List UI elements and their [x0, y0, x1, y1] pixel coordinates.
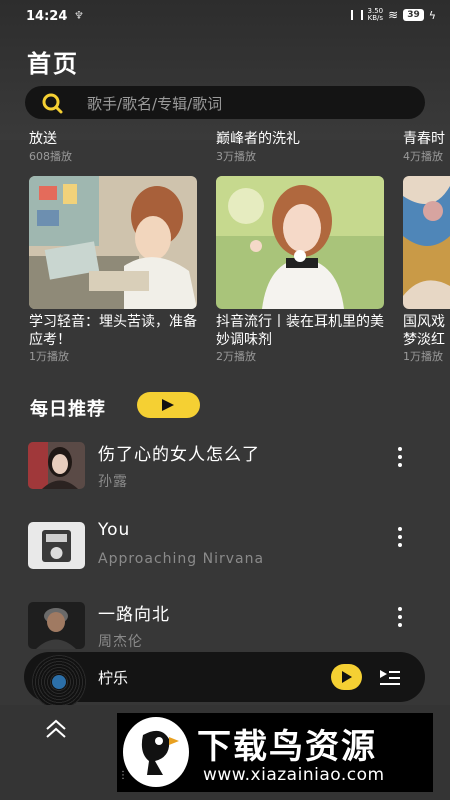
song-cover	[28, 602, 85, 649]
now-playing-title: 柠乐	[98, 669, 129, 687]
song-cover	[28, 442, 85, 489]
song-title: 一路向北	[98, 605, 170, 625]
net-speed: 3.50 KB/s	[367, 7, 384, 22]
vibrate-icon	[350, 10, 363, 20]
search-input[interactable]: 歌手/歌名/专辑/歌词	[25, 86, 425, 119]
more-options-icon[interactable]	[396, 527, 404, 553]
player-play-button[interactable]	[331, 664, 362, 690]
song-cover	[28, 522, 85, 569]
song-artist: Approaching Nirvana	[98, 551, 265, 567]
song-title: 伤了心的女人怎么了	[98, 445, 260, 465]
search-placeholder: 歌手/歌名/专辑/歌词	[87, 95, 223, 113]
playlist-title[interactable]: 学习轻音：埋头苦读，准备应考！	[29, 313, 199, 349]
vinyl-disc-icon	[32, 655, 86, 709]
play-icon	[162, 399, 174, 411]
playlist-title[interactable]: 巅峰者的洗礼	[216, 128, 300, 148]
song-row[interactable]: 伤了心的女人怎么了 孙露	[0, 442, 450, 502]
playlist-count: 1万播放	[403, 350, 443, 363]
playlist-count: 3万播放	[216, 150, 256, 163]
nav-hint-icon: ⋮	[118, 770, 128, 781]
playlist-title[interactable]: 抖音流行丨装在耳机里的美妙调味剂	[216, 313, 386, 349]
playlist-cover[interactable]	[29, 176, 197, 309]
song-title: You	[98, 520, 131, 540]
song-artist: 孙露	[98, 474, 128, 490]
more-options-icon[interactable]	[396, 447, 404, 473]
watermark-url: www.xiazainiao.com	[203, 765, 385, 785]
wifi-icon: ≋	[388, 8, 399, 22]
status-time: 14:24	[26, 9, 68, 24]
play-icon	[342, 671, 352, 683]
mini-player[interactable]: 柠乐	[24, 652, 425, 709]
playlist-cover[interactable]	[216, 176, 384, 309]
watermark: 下载鸟资源 www.xiazainiao.com	[117, 713, 433, 792]
search-icon	[42, 93, 63, 114]
section-title: 每日推荐	[30, 399, 106, 420]
more-options-icon[interactable]	[396, 607, 404, 633]
page-title: 首页	[27, 50, 79, 78]
home-nav-icon[interactable]	[44, 717, 68, 741]
song-artist: 周杰伦	[98, 634, 143, 650]
playlist-title[interactable]: 青春时	[403, 128, 445, 148]
study-illustration-image	[29, 176, 197, 309]
playlist-cover[interactable]	[403, 176, 450, 309]
battery-icon: 39	[403, 9, 424, 21]
playlist-title[interactable]: 放送	[29, 128, 57, 148]
watermark-text: 下载鸟资源	[197, 727, 377, 767]
playlist-icon[interactable]	[380, 668, 400, 686]
playlist-count: 4万播放	[403, 150, 443, 163]
playlist-count: 608播放	[29, 150, 72, 163]
play-all-button[interactable]	[137, 392, 200, 418]
girl-photo-image	[216, 176, 384, 309]
song-row[interactable]: You Approaching Nirvana	[0, 520, 450, 582]
playlist-count: 2万播放	[216, 350, 256, 363]
playlist-title[interactable]: 国风戏梦淡红	[403, 313, 449, 349]
status-bar: 14:24 ♆ 3.50 KB/s ≋ 39 ϟ	[0, 0, 450, 34]
guofeng-image	[403, 176, 450, 309]
playlist-count: 1万播放	[29, 350, 69, 363]
charging-icon: ϟ	[428, 8, 436, 22]
usb-debug-icon: ♆	[74, 9, 84, 22]
bird-logo-icon	[123, 717, 189, 787]
